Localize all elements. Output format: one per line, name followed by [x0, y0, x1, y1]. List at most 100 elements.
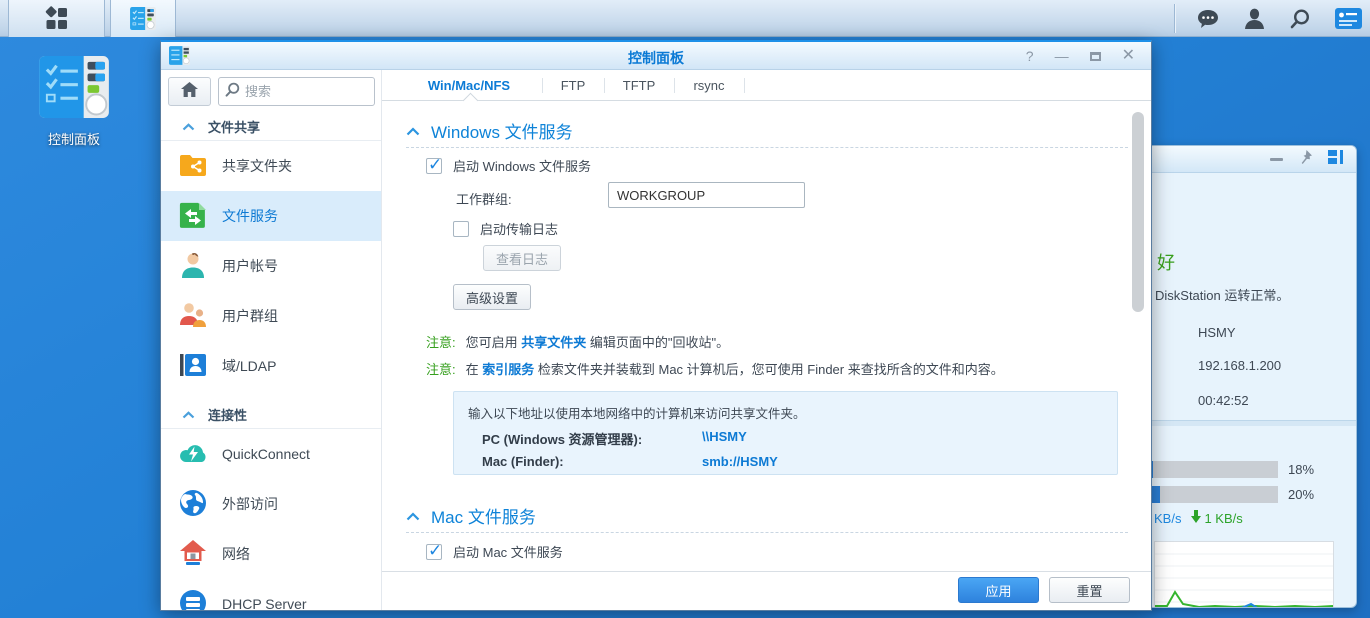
help-icon[interactable]: ?: [1026, 49, 1034, 63]
footer-divider: [382, 571, 1152, 572]
transfer-log-checkbox[interactable]: [453, 221, 469, 237]
access-address-infobox: 输入以下地址以使用本地网络中的计算机来访问共享文件夹。 PC (Windows …: [453, 391, 1118, 475]
sidebar-item-user-group[interactable]: 用户群组: [161, 291, 381, 341]
checkbox-label: 启动 Windows 文件服务: [453, 156, 591, 175]
sidebar-item-label: 共享文件夹: [222, 156, 292, 176]
upload-speed: KB/s: [1154, 511, 1181, 526]
search-box[interactable]: [218, 77, 375, 106]
control-panel-window: 控制面板 ? — ✕: [160, 40, 1152, 611]
network-traffic-row: KB/s 1 KB/s: [1154, 510, 1243, 526]
shared-folder-link[interactable]: 共享文件夹: [521, 335, 586, 350]
download-speed: 1 KB/s: [1204, 511, 1242, 526]
network-chart: [1154, 541, 1334, 608]
chat-icon[interactable]: [1196, 8, 1220, 30]
note-text: 您可启用: [466, 335, 522, 350]
maximize-icon[interactable]: [1090, 52, 1101, 61]
network-icon: [178, 538, 208, 571]
apply-button[interactable]: 应用: [958, 577, 1039, 603]
sidebar-item-label: 用户帐号: [222, 256, 278, 276]
note-text: 编辑页面中的"回收站"。: [586, 335, 729, 350]
pc-address-label: PC (Windows 资源管理器):: [482, 429, 642, 448]
mac-address-value[interactable]: smb://HSMY: [702, 454, 778, 469]
sidebar-item-label: 用户群组: [222, 306, 278, 326]
sidebar-item-label: 外部访问: [222, 494, 278, 514]
chevron-up-icon: [406, 121, 420, 141]
home-button[interactable]: [168, 77, 211, 106]
section-title: Windows 文件服务: [431, 118, 573, 143]
widget-layout-icon[interactable]: [1328, 150, 1344, 169]
window-titlebar[interactable]: 控制面板 ? — ✕: [161, 42, 1151, 70]
mac-address-label: Mac (Finder):: [482, 454, 564, 469]
widget-minimize-icon[interactable]: [1270, 158, 1283, 161]
reset-button[interactable]: 重置: [1049, 577, 1130, 603]
sidebar-item-file-services[interactable]: 文件服务: [161, 191, 381, 241]
chevron-up-icon: [182, 407, 195, 422]
enable-mac-service-row: 启动 Mac 文件服务: [426, 542, 563, 561]
section-title: Mac 文件服务: [431, 503, 536, 528]
tab-label: rsync: [693, 78, 724, 93]
pin-icon[interactable]: [1298, 149, 1313, 170]
ram-usage-percent: 20%: [1288, 487, 1314, 502]
taskbar: [0, 0, 1370, 37]
window-title: 控制面板: [161, 48, 1151, 68]
tab-ftp[interactable]: FTP: [543, 70, 603, 101]
content-pane: Win/Mac/NFS FTP TFTP rsync: [382, 70, 1152, 611]
chevron-up-icon: [182, 119, 195, 134]
workgroup-input[interactable]: [608, 182, 805, 208]
control-panel-icon: [130, 7, 156, 30]
enable-mac-service-checkbox[interactable]: [426, 544, 442, 560]
widget-body: 好 DiskStation 运转正常。 HSMY 192.168.1.200 0…: [1148, 173, 1356, 608]
sidebar-item-dhcp-server[interactable]: DHCP Server: [161, 579, 381, 611]
cpu-usage-bar: [1148, 461, 1278, 478]
search-icon[interactable]: [1289, 8, 1311, 30]
tab-label: TFTP: [623, 78, 656, 93]
desktop-control-panel-shortcut[interactable]: 控制面板: [28, 56, 120, 148]
advanced-settings-button[interactable]: 高级设置: [453, 284, 531, 310]
file-services-icon: [178, 200, 208, 233]
server-uptime: 00:42:52: [1198, 393, 1249, 408]
taskbar-right-icons: [1196, 0, 1362, 37]
windows-file-service-heading[interactable]: Windows 文件服务: [406, 118, 573, 143]
sidebar-item-label: 域/LDAP: [222, 356, 276, 376]
close-icon[interactable]: ✕: [1122, 48, 1135, 64]
app-launcher-button[interactable]: [8, 0, 105, 37]
sidebar-item-domain-ldap[interactable]: 域/LDAP: [161, 341, 381, 391]
search-input[interactable]: [245, 84, 355, 99]
sidebar-section-file-sharing[interactable]: 文件共享: [161, 112, 381, 141]
user-icon[interactable]: [1244, 8, 1265, 30]
sidebar-item-shared-folder[interactable]: 共享文件夹: [161, 141, 381, 191]
search-icon: [225, 82, 240, 102]
greeting-text: 好: [1157, 249, 1175, 275]
cpu-usage-percent: 18%: [1288, 462, 1314, 477]
external-access-icon: [178, 488, 208, 521]
tab-tftp[interactable]: TFTP: [605, 70, 673, 101]
system-status-text: DiskStation 运转正常。: [1155, 285, 1289, 304]
sidebar-item-label: 文件服务: [222, 206, 278, 226]
server-ip: 192.168.1.200: [1198, 358, 1281, 373]
taskbar-control-panel-button[interactable]: [110, 0, 176, 37]
indexing-service-link[interactable]: 索引服务: [482, 362, 534, 377]
tab-rsync[interactable]: rsync: [675, 70, 743, 101]
taskbar-divider: [1174, 4, 1175, 33]
pc-address-value[interactable]: \\HSMY: [702, 429, 747, 444]
enable-windows-service-checkbox[interactable]: [426, 158, 442, 174]
shared-folder-icon: [178, 150, 208, 183]
server-name: HSMY: [1198, 325, 1236, 340]
sidebar-item-network[interactable]: 网络: [161, 529, 381, 579]
sidebar-item-external-access[interactable]: 外部访问: [161, 479, 381, 529]
sidebar-item-quickconnect[interactable]: QuickConnect: [161, 429, 381, 479]
minimize-icon[interactable]: —: [1055, 49, 1069, 63]
widget-titlebar[interactable]: [1148, 146, 1356, 173]
sidebar-section-connectivity[interactable]: 连接性: [161, 391, 381, 429]
content-scrollbar[interactable]: [1132, 112, 1144, 312]
infobox-heading: 输入以下地址以使用本地网络中的计算机来访问共享文件夹。: [468, 403, 806, 422]
sidebar-item-user-account[interactable]: 用户帐号: [161, 241, 381, 291]
widgets-icon[interactable]: [1335, 8, 1362, 29]
sidebar-item-label: 网络: [222, 544, 250, 564]
view-log-button[interactable]: 查看日志: [483, 245, 561, 271]
workgroup-label: 工作群组:: [456, 189, 512, 208]
note-prefix: 注意:: [426, 362, 456, 377]
section-label: 文件共享: [208, 117, 260, 136]
mac-file-service-heading[interactable]: Mac 文件服务: [406, 503, 536, 528]
home-icon: [181, 82, 198, 102]
